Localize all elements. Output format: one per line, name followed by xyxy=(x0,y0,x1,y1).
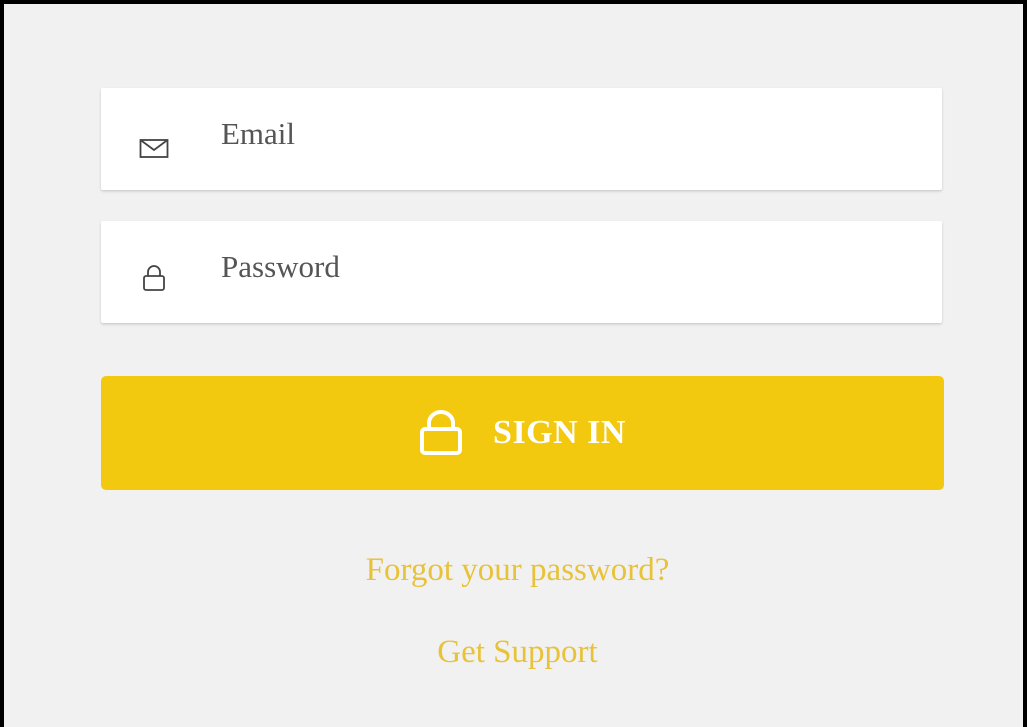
get-support-link[interactable]: Get Support xyxy=(4,634,1027,671)
forgot-password-link[interactable]: Forgot your password? xyxy=(4,552,1027,589)
password-field-container[interactable] xyxy=(101,221,942,323)
envelope-icon xyxy=(139,136,169,160)
lock-icon xyxy=(139,265,169,293)
sign-in-label: SIGN IN xyxy=(493,414,626,451)
password-input[interactable] xyxy=(221,245,901,289)
lock-icon xyxy=(420,410,463,455)
login-panel: SIGN IN Forgot your password? Get Suppor… xyxy=(0,0,1027,727)
email-input[interactable] xyxy=(221,112,901,156)
sign-in-button[interactable]: SIGN IN xyxy=(101,376,944,490)
email-field-container[interactable] xyxy=(101,88,942,190)
